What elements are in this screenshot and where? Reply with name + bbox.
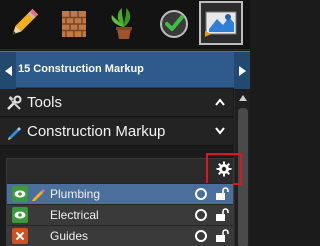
tools-section-header[interactable]: Tools	[0, 89, 233, 117]
active-pencil-icon	[32, 189, 45, 201]
layer-label: Guides	[50, 229, 89, 243]
plant-icon	[111, 8, 132, 39]
construction-markup-section-label: Construction Markup	[27, 123, 166, 140]
previous-layer-button[interactable]	[0, 52, 16, 89]
construction-markup-button[interactable]	[199, 1, 243, 45]
unlock-icon[interactable]	[215, 187, 229, 201]
pencil-icon	[12, 8, 39, 35]
tools-section-label: Tools	[27, 94, 63, 111]
construction-markup-section-header[interactable]: Construction Markup	[0, 118, 233, 146]
eye-icon	[14, 211, 26, 219]
row-icon-placeholder	[31, 208, 45, 222]
active-layer-radio[interactable]	[195, 230, 207, 242]
unlock-icon[interactable]	[215, 229, 229, 243]
chevron-right-icon	[238, 65, 246, 76]
layer-row-guides[interactable]: Guides	[7, 225, 233, 246]
visibility-toggle[interactable]	[12, 186, 28, 202]
tools-icon	[7, 95, 22, 110]
active-layer-radio[interactable]	[195, 209, 207, 221]
chevron-down-icon	[215, 127, 225, 135]
visibility-toggle[interactable]	[12, 228, 28, 244]
layers-panel-toolbar	[7, 159, 233, 183]
checkmark-icon	[160, 10, 188, 38]
layer-row-electrical[interactable]: Electrical	[7, 204, 233, 225]
row-icon-placeholder	[31, 229, 45, 243]
wall-tool-button[interactable]	[54, 3, 94, 43]
chevron-up-icon	[215, 98, 225, 106]
construction-markup-icon	[205, 11, 237, 37]
top-toolbar	[0, 0, 250, 50]
unlock-icon[interactable]	[215, 208, 229, 222]
pencil-tool-button[interactable]	[4, 3, 44, 43]
hidden-x-icon	[15, 231, 25, 241]
layer-navigation-bar: 15 Construction Markup	[0, 51, 250, 89]
gear-icon	[216, 161, 232, 177]
active-layer-radio[interactable]	[195, 188, 207, 200]
layer-row-plumbing[interactable]: Plumbing	[7, 183, 233, 204]
landscape-tool-button[interactable]	[104, 3, 144, 43]
current-layer-title: 15 Construction Markup	[18, 63, 144, 75]
markup-pen-icon	[8, 127, 21, 140]
markup-layers-panel: Plumbing Electrical Guides	[6, 153, 242, 246]
layer-label: Electrical	[50, 208, 99, 222]
brick-wall-icon	[62, 11, 86, 37]
chevron-left-icon	[4, 65, 12, 76]
eye-icon	[14, 190, 26, 198]
visibility-toggle[interactable]	[12, 207, 28, 223]
scroll-up-icon[interactable]	[238, 93, 248, 103]
layer-label: Plumbing	[50, 187, 101, 201]
check-tool-button[interactable]	[154, 3, 194, 43]
next-layer-button[interactable]	[234, 52, 250, 89]
layer-settings-button[interactable]	[206, 153, 242, 185]
